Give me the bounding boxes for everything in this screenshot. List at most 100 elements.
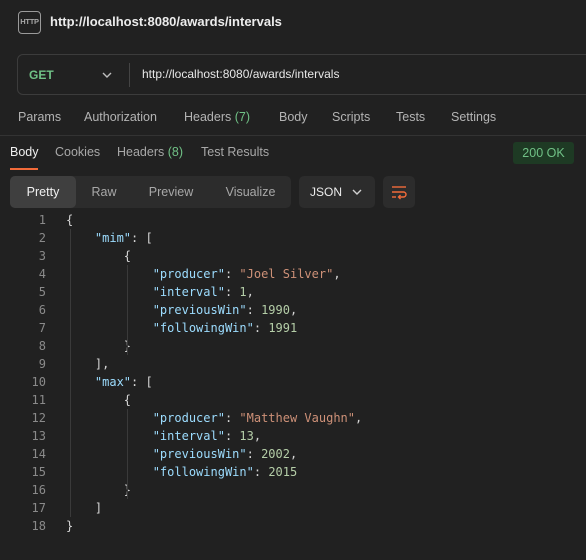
view-raw[interactable]: Raw [76, 176, 132, 208]
view-pretty[interactable]: Pretty [10, 176, 76, 208]
view-visualize[interactable]: Visualize [210, 176, 291, 208]
request-tabs: Params Authorization Headers (7) Body Sc… [0, 110, 586, 128]
json-key-token: "interval" [152, 429, 225, 443]
tab-scripts[interactable]: Scripts [332, 110, 370, 124]
code-line: 2 "mim": [ [0, 229, 586, 247]
json-punc-token [66, 429, 153, 443]
code-line: 11 { [0, 391, 586, 409]
json-punc-token: : [246, 303, 262, 317]
chevron-down-icon[interactable] [100, 69, 114, 81]
code-text: ], [66, 355, 109, 373]
json-punc-token: : [246, 447, 262, 461]
line-number: 7 [38, 321, 46, 335]
active-tab-indicator [10, 168, 38, 170]
headers-count: (7) [234, 110, 251, 124]
json-punc-token: , [355, 411, 363, 425]
format-select[interactable]: JSON [299, 176, 375, 208]
json-punc-token: , [333, 267, 341, 281]
tab-label: Body [279, 110, 308, 124]
json-num-token: 2015 [268, 465, 298, 479]
code-line: 16 } [0, 481, 586, 499]
json-punc-token [66, 465, 153, 479]
line-number: 4 [38, 267, 46, 281]
code-text: "mim": [ [66, 229, 153, 247]
tab-headers[interactable]: Headers (7) [184, 110, 250, 124]
code-text: } [66, 517, 73, 535]
code-line: 14 "previousWin": 2002, [0, 445, 586, 463]
json-punc-token: { [66, 213, 74, 227]
tab-body[interactable]: Body [279, 110, 308, 124]
code-text: "max": [ [66, 373, 153, 391]
json-punc-token: } [66, 519, 74, 533]
line-number: 1 [38, 213, 46, 227]
tab-test-results[interactable]: Test Results [201, 145, 269, 159]
title-bar: HTTP http://localhost:8080/awards/interv… [0, 0, 586, 44]
chevron-down-icon [352, 189, 362, 195]
line-number: 9 [38, 357, 46, 371]
status-badge[interactable]: 200 OK [513, 142, 574, 164]
tab-settings[interactable]: Settings [451, 110, 496, 124]
code-text: "previousWin": 2002, [66, 445, 298, 463]
tab-label: Tests [396, 110, 426, 124]
json-punc-token: ], [66, 357, 110, 371]
request-title[interactable]: http://localhost:8080/awards/intervals [50, 14, 282, 29]
tab-cookies[interactable]: Cookies [55, 145, 100, 159]
code-text: "previousWin": 1990, [66, 301, 298, 319]
code-line: 15 "followingWin": 2015 [0, 463, 586, 481]
json-punc-token: : [224, 429, 240, 443]
code-text: "producer": "Joel Silver", [66, 265, 341, 283]
line-number: 8 [38, 339, 46, 353]
code-text: } [66, 337, 131, 355]
line-number: 10 [31, 375, 46, 389]
json-punc-token: : [224, 411, 240, 425]
code-line: 3 { [0, 247, 586, 265]
code-line: 8 } [0, 337, 586, 355]
wrap-lines-icon [392, 186, 407, 200]
tab-label: Authorization [84, 110, 157, 124]
tab-response-body[interactable]: Body [10, 145, 39, 159]
json-punc-token: : [ [131, 375, 153, 389]
json-punc-token [66, 285, 153, 299]
json-punc-token: } [66, 339, 132, 353]
line-number: 2 [38, 231, 46, 245]
code-line: 18} [0, 517, 586, 535]
url-input[interactable]: http://localhost:8080/awards/intervals [142, 67, 339, 81]
json-key-token: "max" [94, 375, 132, 389]
json-punc-token: { [66, 249, 132, 263]
json-punc-token: : [253, 465, 269, 479]
view-mode-switch: Pretty Raw Preview Visualize [10, 176, 291, 208]
code-text: "producer": "Matthew Vaughn", [66, 409, 363, 427]
method-select[interactable]: GET [29, 68, 54, 82]
json-str-token: "Matthew Vaughn" [239, 411, 355, 425]
json-punc-token: , [253, 429, 262, 443]
tab-response-headers[interactable]: Headers (8) [117, 145, 183, 159]
response-tabs: Body Cookies Headers (8) Test Results [0, 143, 586, 171]
code-text: { [66, 211, 73, 229]
headers-count: (8) [167, 145, 184, 159]
line-number: 5 [38, 285, 46, 299]
json-key-token: "followingWin" [152, 465, 254, 479]
line-number: 6 [38, 303, 46, 317]
tab-params[interactable]: Params [18, 110, 61, 124]
tab-authorization[interactable]: Authorization [84, 110, 157, 124]
json-str-token: "Joel Silver" [239, 267, 334, 281]
view-preview[interactable]: Preview [132, 176, 210, 208]
code-line: 17 ] [0, 499, 586, 517]
tab-label: Cookies [55, 145, 101, 159]
wrap-lines-button[interactable] [383, 176, 415, 208]
json-num-token: 2002 [261, 447, 290, 461]
json-key-token: "mim" [94, 231, 132, 245]
tab-label: Settings [451, 110, 497, 124]
indent-guide [127, 265, 128, 355]
request-bar: GET http://localhost:8080/awards/interva… [17, 54, 586, 95]
code-text: "followingWin": 1991 [66, 319, 298, 337]
code-text: "followingWin": 2015 [66, 463, 298, 481]
json-num-token: 1991 [268, 321, 298, 335]
json-key-token: "producer" [152, 267, 225, 281]
json-punc-token: ] [66, 501, 103, 515]
tab-tests[interactable]: Tests [396, 110, 425, 124]
json-punc-token: } [66, 483, 132, 497]
http-file-icon: HTTP [18, 11, 41, 34]
response-body-editor[interactable]: 1{2 "mim": [3 {4 "producer": "Joel Silve… [0, 211, 586, 541]
code-text: "interval": 13, [66, 427, 261, 445]
